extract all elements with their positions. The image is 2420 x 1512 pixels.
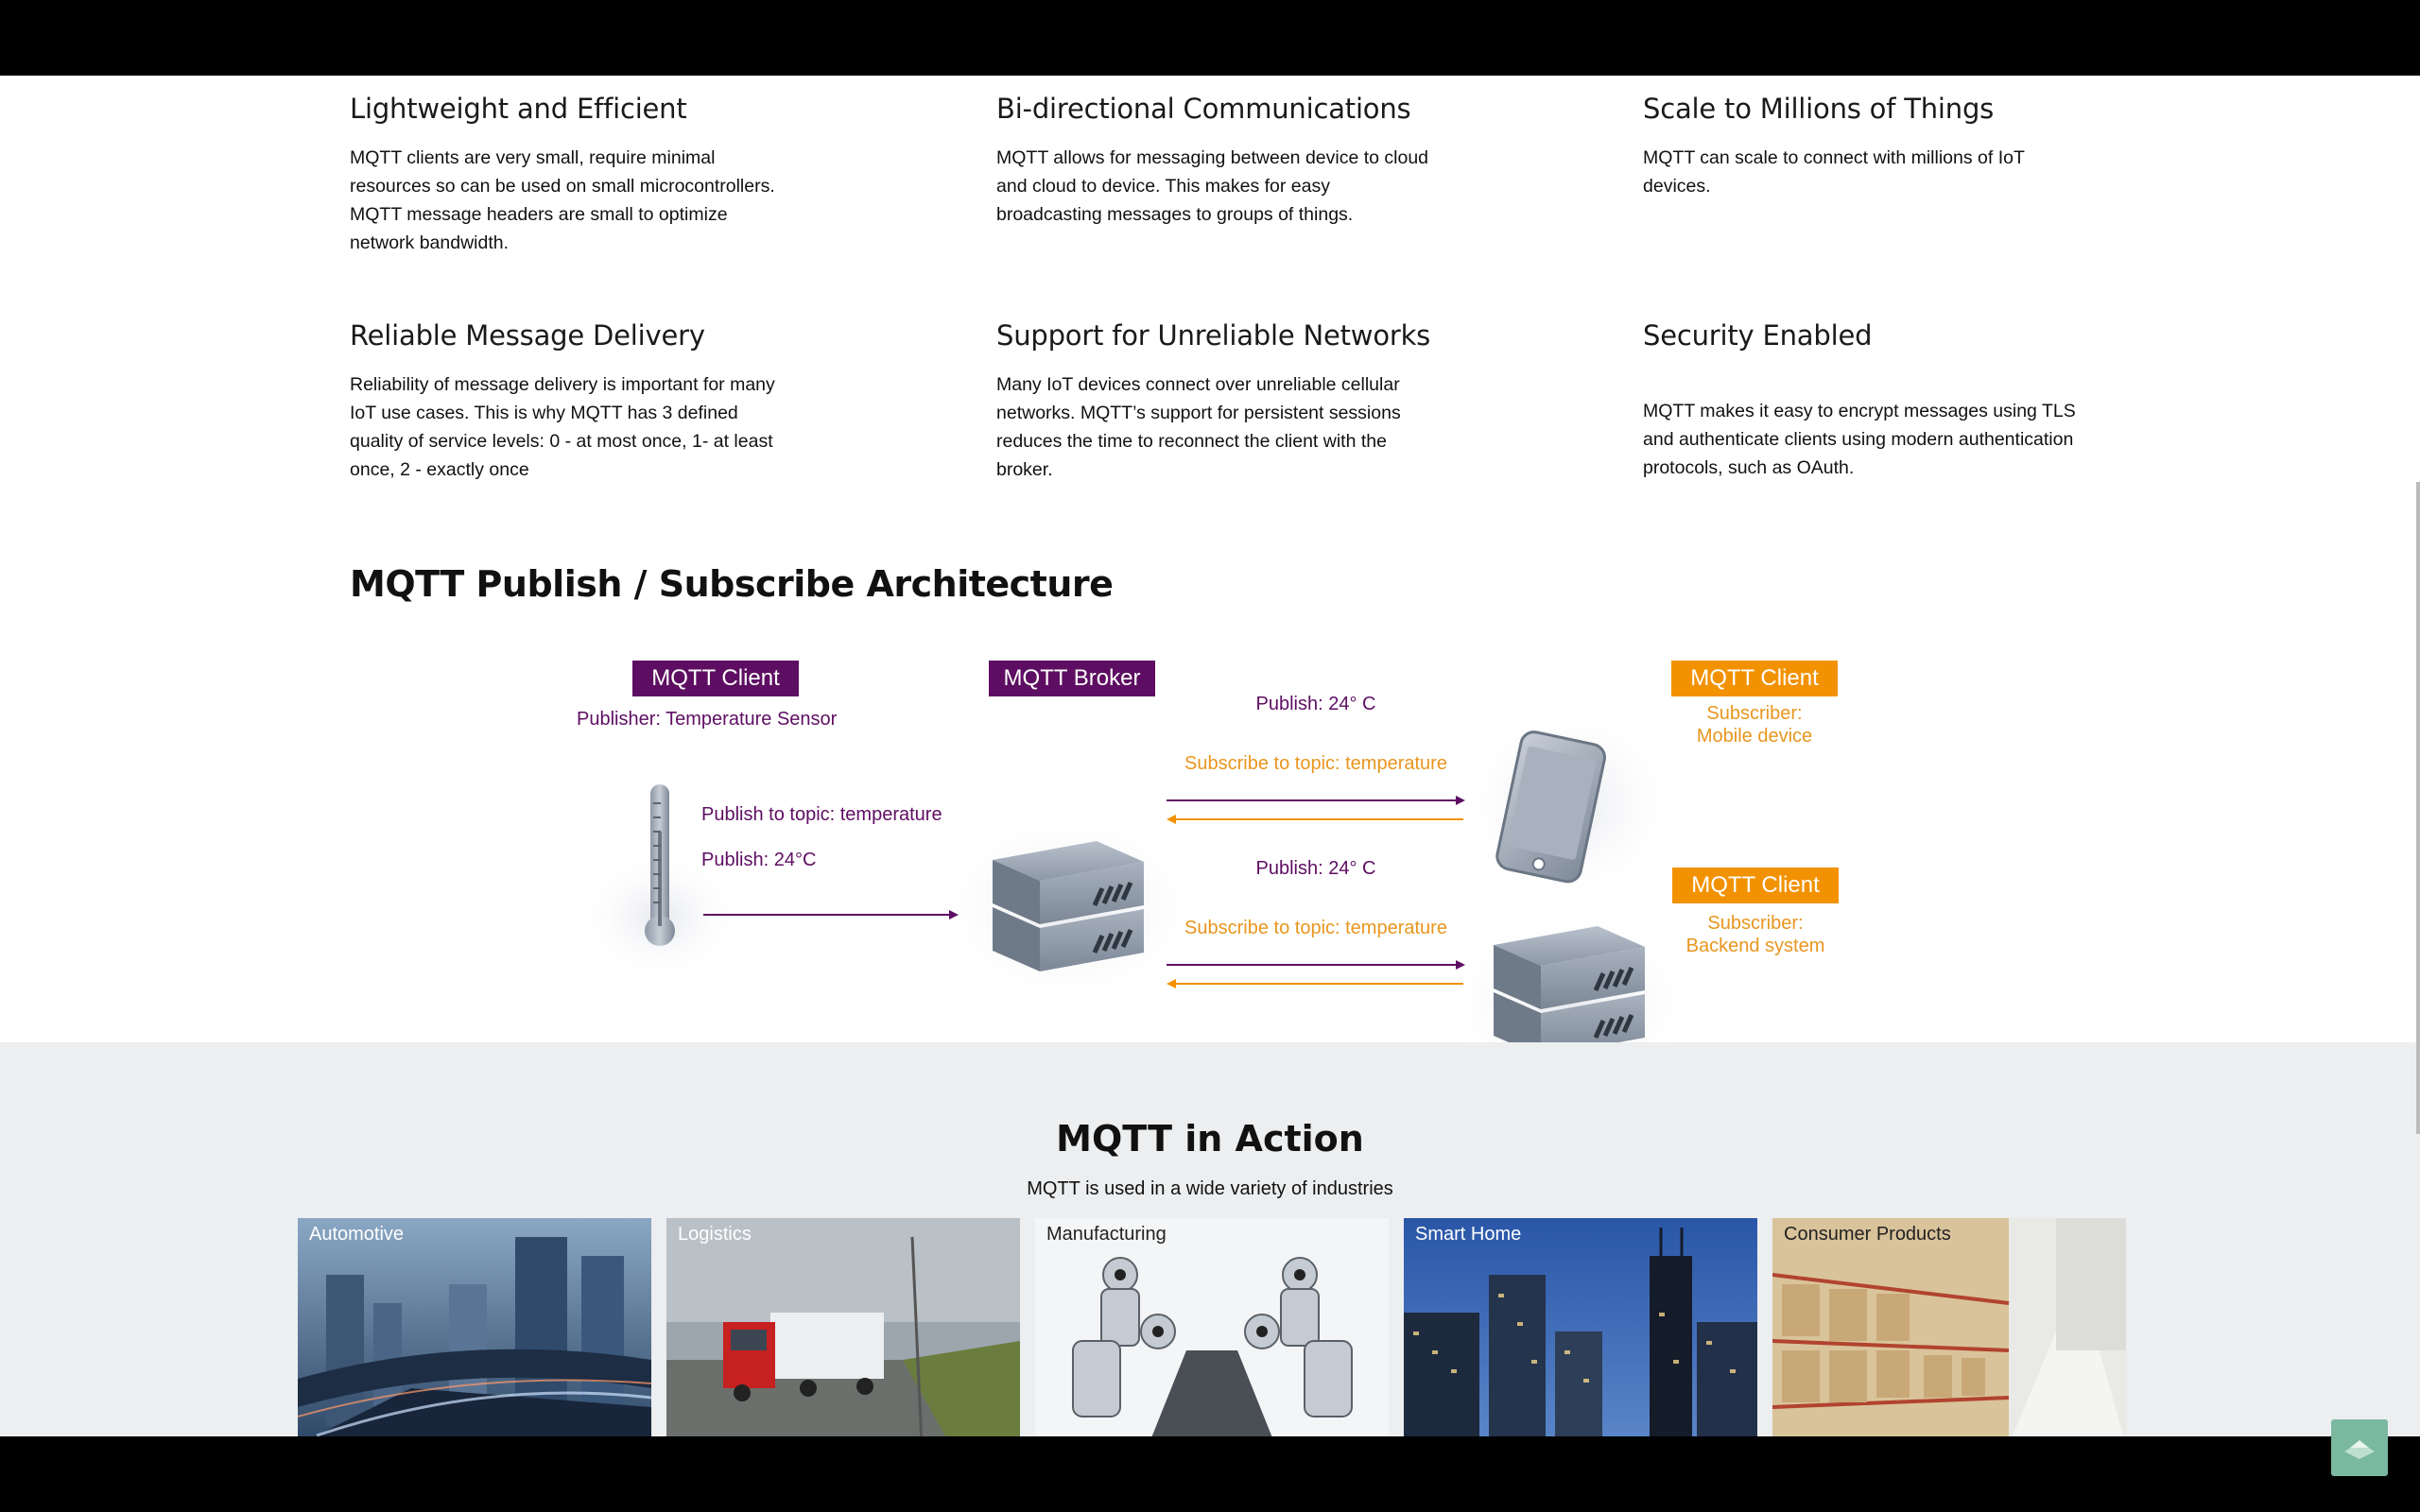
- action-title: MQTT in Action: [1056, 1118, 1364, 1160]
- tile-label: Logistics: [678, 1224, 752, 1245]
- page-scrollbar[interactable]: [2416, 482, 2420, 1134]
- page-content: Lightweight and Efficient MQTT clients a…: [0, 76, 2420, 1436]
- mobile-subscriber-line1: Subscriber:: [1706, 703, 1803, 724]
- bottom-publish-label: Publish: 24° C: [1255, 858, 1376, 879]
- backend-subscriber-line2: Backend system: [1685, 936, 1825, 956]
- scroll-to-top-icon: [2344, 1440, 2375, 1459]
- scroll-to-top-button[interactable]: [2331, 1419, 2388, 1476]
- server-icon: [1494, 926, 1645, 1042]
- industry-tile-smart-home[interactable]: Smart Home: [1404, 1218, 1757, 1436]
- tile-label: Automotive: [309, 1224, 405, 1245]
- bottom-subscribe-label: Subscribe to topic: temperature: [1184, 918, 1447, 938]
- publisher-label: Publisher: Temperature Sensor: [577, 709, 838, 730]
- tile-label: Consumer Products: [1784, 1224, 1951, 1245]
- backend-client-tag: MQTT Client: [1672, 868, 1839, 903]
- broker-tag: MQTT Broker: [989, 661, 1155, 696]
- industry-tile-logistics[interactable]: Logistics: [666, 1218, 1020, 1436]
- industry-tile-consumer-products[interactable]: Consumer Products: [1772, 1218, 2126, 1436]
- publisher-client-tag: MQTT Client: [632, 661, 799, 696]
- industry-tile-automotive[interactable]: Automotive: [298, 1218, 651, 1436]
- backend-subscriber-line1: Subscriber:: [1707, 913, 1804, 934]
- publish-topic-label: Publish to topic: temperature: [701, 804, 942, 825]
- tile-label: Smart Home: [1415, 1224, 1522, 1245]
- top-black-bar: [0, 0, 2420, 76]
- mobile-subscriber-line2: Mobile device: [1696, 726, 1813, 747]
- mobile-client-tag: MQTT Client: [1671, 661, 1838, 696]
- server-icon: [993, 841, 1144, 971]
- tile-label: Manufacturing: [1046, 1224, 1167, 1245]
- top-publish-label: Publish: 24° C: [1255, 694, 1376, 714]
- top-subscribe-label: Subscribe to topic: temperature: [1184, 753, 1447, 774]
- bottom-black-bar: [0, 1436, 2420, 1512]
- industry-tile-manufacturing[interactable]: Manufacturing: [1035, 1218, 1389, 1436]
- architecture-diagram: [575, 699, 1702, 1042]
- action-subtitle: MQTT is used in a wide variety of indust…: [1027, 1178, 1393, 1199]
- publish-value-label: Publish: 24°C: [701, 850, 817, 870]
- mqtt-in-action-section: MQTT in Action MQTT is used in a wide va…: [0, 1042, 2420, 1436]
